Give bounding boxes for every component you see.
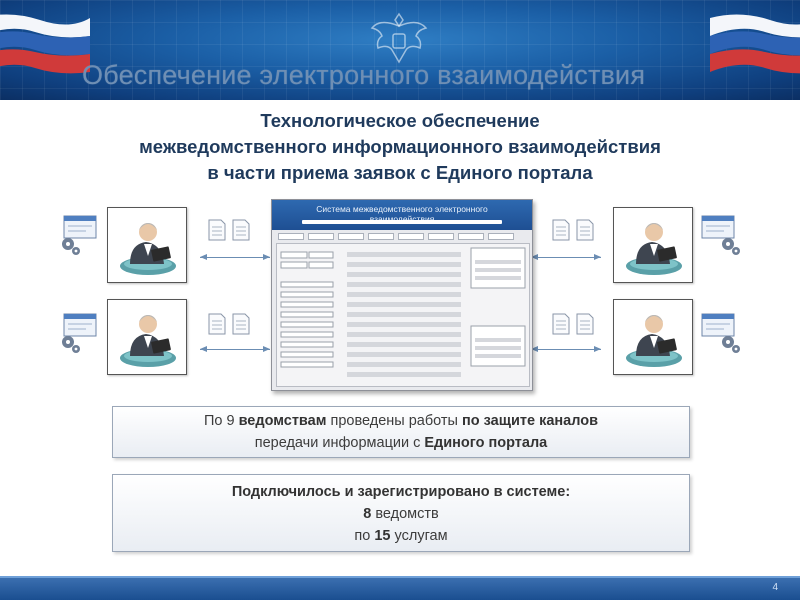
subtitle-line: межведомственного информационного взаимо… (139, 136, 661, 157)
info-text: По (203, 413, 227, 429)
system-window-tab (488, 233, 514, 240)
system-window-tab (368, 233, 394, 240)
system-window-tab (428, 233, 454, 240)
info-text: по (354, 528, 375, 544)
info-text: услугам (390, 528, 448, 544)
official-workstation (107, 207, 187, 283)
footer-bar: 4 (0, 578, 800, 600)
info-box-channels: По 9 ведомствам проведены работы по защи… (112, 406, 690, 458)
document-icon (552, 219, 594, 241)
official-icon (626, 315, 682, 367)
system-window-title-line: Система межведомственного электронного (316, 204, 488, 214)
flag-icon (0, 14, 90, 74)
official-workstation (107, 299, 187, 375)
screen-icon (701, 313, 740, 353)
system-window-mock-content (280, 247, 526, 377)
gear-icon (62, 336, 80, 353)
screen-icon (701, 215, 740, 255)
slide-title: Обеспечение электронного взаимодействия (82, 60, 646, 90)
info-heading-text: Подключилось и зарегистрировано в систем… (231, 484, 571, 500)
system-window-tabs (278, 233, 526, 240)
system-window-tab (338, 233, 364, 240)
system-window-tab (398, 233, 424, 240)
flag-icon (710, 14, 800, 74)
gear-icon (62, 238, 80, 255)
screen-icon (62, 215, 97, 255)
services-count: 15 (374, 528, 391, 544)
info-text: передачи информации с (254, 435, 425, 451)
emblem-icon (370, 12, 428, 64)
connection-line (531, 349, 601, 350)
info-text: ведомств (371, 506, 439, 522)
info-box-line: по 15 услугам (113, 525, 689, 547)
document-icon (208, 313, 250, 335)
slide-subtitle: Технологическое обеспечение межведомстве… (40, 108, 760, 186)
connection-line (531, 257, 601, 258)
system-window-title-bar (302, 220, 502, 224)
info-bold-text: по защите каналов (462, 413, 599, 429)
official-workstation (613, 207, 693, 283)
system-window-tab (458, 233, 484, 240)
info-number: 9 (226, 413, 235, 429)
connection-line (200, 349, 270, 350)
document-icon (552, 313, 594, 335)
info-bold-text: Единого портала (424, 435, 548, 451)
interagency-system-window: Система межведомственного электронного в… (271, 199, 533, 391)
subtitle-line: в части приема заявок с Единого портала (207, 162, 593, 183)
info-box-line: 8 ведомств (113, 503, 689, 525)
connection-line (200, 257, 270, 258)
system-window-tab (308, 233, 334, 240)
page-number: 4 (772, 582, 778, 593)
info-box-heading: Подключилось и зарегистрировано в систем… (113, 481, 689, 503)
subtitle-line: Технологическое обеспечение (260, 110, 540, 131)
official-icon (120, 315, 176, 367)
info-box-line: передачи информации с Единого портала (113, 432, 689, 454)
info-box-registration: Подключилось и зарегистрировано в систем… (112, 474, 690, 552)
info-text: проведены работы (326, 413, 463, 429)
system-window-content (276, 243, 530, 387)
official-icon (120, 223, 176, 275)
system-window-header: Система межведомственного электронного в… (272, 200, 532, 230)
screen-icon (62, 313, 97, 353)
header-banner: Обеспечение электронного взаимодействия (0, 0, 800, 100)
system-window-tab (278, 233, 304, 240)
gear-icon (722, 336, 740, 353)
official-workstation (613, 299, 693, 375)
document-icon (208, 219, 250, 241)
official-icon (626, 223, 682, 275)
info-box-line: По 9 ведомствам проведены работы по защи… (113, 410, 689, 432)
gear-icon (722, 238, 740, 255)
info-bold-text: ведомствам (234, 413, 327, 429)
